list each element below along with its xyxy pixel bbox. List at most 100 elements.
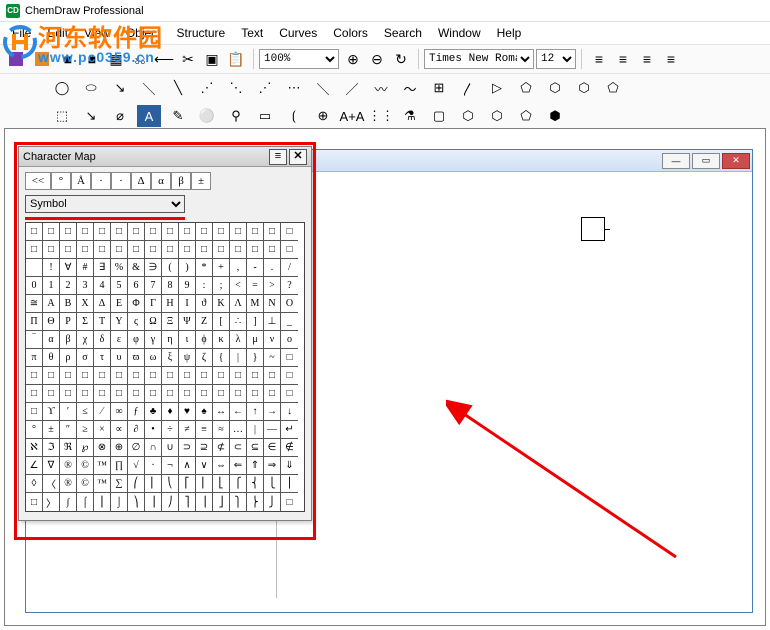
charmap-cell-7-2[interactable]: ρ [60, 349, 77, 367]
charmap-cell-14-2[interactable]: ® [60, 475, 77, 493]
charmap-recent-0[interactable]: << [25, 172, 51, 190]
align-btn-1[interactable]: ≡ [611, 47, 635, 71]
charmap-cell-0-5[interactable]: □ [111, 223, 128, 241]
charmap-cell-6-8[interactable]: η [162, 331, 179, 349]
charmap-cell-5-0[interactable]: Π [26, 313, 43, 331]
charmap-cell-9-14[interactable]: □ [264, 385, 281, 403]
charmap-cell-8-5[interactable]: □ [111, 367, 128, 385]
charmap-cell-1-6[interactable]: □ [128, 241, 145, 259]
charmap-cell-10-5[interactable]: ∞ [111, 403, 128, 421]
charmap-cell-0-2[interactable]: □ [60, 223, 77, 241]
bond-tool-9[interactable]: ＼ [311, 77, 335, 99]
charmap-cell-5-6[interactable]: ς [128, 313, 145, 331]
charmap-cell-9-6[interactable]: □ [128, 385, 145, 403]
shape-tool-0[interactable]: ⬚ [50, 105, 74, 127]
charmap-cell-5-1[interactable]: Θ [43, 313, 60, 331]
charmap-cell-12-3[interactable]: ℘ [77, 439, 94, 457]
charmap-cell-14-12[interactable]: ⎧ [230, 475, 247, 493]
shape-tool-4[interactable]: ✎ [166, 105, 190, 127]
charmap-cell-11-0[interactable]: ° [26, 421, 43, 439]
charmap-cell-0-3[interactable]: □ [77, 223, 94, 241]
charmap-cell-0-10[interactable]: □ [196, 223, 213, 241]
charmap-cell-14-10[interactable]: ⎢ [196, 475, 213, 493]
charmap-cell-10-0[interactable]: □ [26, 403, 43, 421]
charmap-cell-2-13[interactable]: - [247, 259, 264, 277]
charmap-cell-15-5[interactable]: ⌡ [111, 493, 128, 511]
charmap-cell-1-12[interactable]: □ [230, 241, 247, 259]
charmap-cell-11-10[interactable]: ≡ [196, 421, 213, 439]
charmap-cell-10-4[interactable]: ⁄ [94, 403, 111, 421]
charmap-cell-3-5[interactable]: 5 [111, 277, 128, 295]
charmap-recent-8[interactable]: ± [191, 172, 211, 190]
charmap-cell-12-12[interactable]: ⊂ [230, 439, 247, 457]
bond-tool-15[interactable]: ▷ [485, 77, 509, 99]
charmap-cell-10-8[interactable]: ♦ [162, 403, 179, 421]
charmap-cell-6-10[interactable]: ϕ [196, 331, 213, 349]
charmap-cell-1-7[interactable]: □ [145, 241, 162, 259]
charmap-cell-8-10[interactable]: □ [196, 367, 213, 385]
charmap-cell-2-15[interactable]: / [281, 259, 298, 277]
charmap-cell-14-11[interactable]: ⎣ [213, 475, 230, 493]
charmap-cell-7-3[interactable]: σ [77, 349, 94, 367]
charmap-cell-3-0[interactable]: 0 [26, 277, 43, 295]
charmap-cell-7-13[interactable]: } [247, 349, 264, 367]
align-btn-0[interactable]: ≡ [587, 47, 611, 71]
charmap-cell-1-15[interactable]: □ [281, 241, 298, 259]
charmap-cell-5-2[interactable]: Ρ [60, 313, 77, 331]
charmap-cell-11-6[interactable]: ∂ [128, 421, 145, 439]
align-btn-2[interactable]: ≡ [635, 47, 659, 71]
charmap-cell-15-12[interactable]: ⎫ [230, 493, 247, 511]
charmap-cell-4-0[interactable]: ≅ [26, 295, 43, 313]
charmap-cell-10-2[interactable]: ′ [60, 403, 77, 421]
charmap-cell-9-8[interactable]: □ [162, 385, 179, 403]
charmap-cell-2-2[interactable]: ∀ [60, 259, 77, 277]
zoom-btn-0[interactable]: ⊕ [341, 47, 365, 71]
charmap-cell-0-7[interactable]: □ [145, 223, 162, 241]
charmap-cell-8-8[interactable]: □ [162, 367, 179, 385]
charmap-cell-15-10[interactable]: ⎥ [196, 493, 213, 511]
charmap-cell-15-14[interactable]: ⎭ [264, 493, 281, 511]
charmap-cell-15-6[interactable]: ⎞ [128, 493, 145, 511]
bond-tool-5[interactable]: ⋰ [195, 77, 219, 99]
charmap-cell-12-1[interactable]: ℑ [43, 439, 60, 457]
charmap-cell-11-7[interactable]: • [145, 421, 162, 439]
charmap-cell-10-14[interactable]: → [264, 403, 281, 421]
charmap-cell-1-0[interactable]: □ [26, 241, 43, 259]
charmap-cell-3-12[interactable]: < [230, 277, 247, 295]
charmap-cell-11-4[interactable]: × [94, 421, 111, 439]
align-btn-3[interactable]: ≡ [659, 47, 683, 71]
charmap-cell-4-3[interactable]: Χ [77, 295, 94, 313]
charmap-cell-12-2[interactable]: ℜ [60, 439, 77, 457]
charmap-recent-2[interactable]: Å [71, 172, 91, 190]
shape-tool-15[interactable]: ⬡ [485, 105, 509, 127]
charmap-cell-12-9[interactable]: ⊃ [179, 439, 196, 457]
charmap-cell-0-13[interactable]: □ [247, 223, 264, 241]
charmap-cell-5-9[interactable]: Ψ [179, 313, 196, 331]
charmap-cell-12-10[interactable]: ⊇ [196, 439, 213, 457]
bond-tool-10[interactable]: ／ [340, 77, 364, 99]
font-select[interactable]: Times New Roman [424, 49, 534, 69]
charmap-cell-5-4[interactable]: Τ [94, 313, 111, 331]
character-map-titlebar[interactable]: Character Map ≡ ✕ [19, 147, 311, 167]
menu-structure[interactable]: Structure [169, 24, 234, 42]
charmap-cell-11-1[interactable]: ± [43, 421, 60, 439]
bond-tool-7[interactable]: ⋰ [253, 77, 277, 99]
charmap-cell-14-15[interactable]: ⎪ [281, 475, 298, 493]
charmap-cell-5-14[interactable]: ⊥ [264, 313, 281, 331]
charmap-cell-8-3[interactable]: □ [77, 367, 94, 385]
charmap-cell-1-5[interactable]: □ [111, 241, 128, 259]
charmap-cell-10-13[interactable]: ↑ [247, 403, 264, 421]
charmap-cell-7-8[interactable]: ξ [162, 349, 179, 367]
charmap-cell-4-13[interactable]: Μ [247, 295, 264, 313]
charmap-cell-7-10[interactable]: ζ [196, 349, 213, 367]
charmap-cell-9-1[interactable]: □ [43, 385, 60, 403]
charmap-cell-11-12[interactable]: … [230, 421, 247, 439]
charmap-cell-12-8[interactable]: ∪ [162, 439, 179, 457]
charmap-cell-13-3[interactable]: © [77, 457, 94, 475]
shape-tool-9[interactable]: ⊕ [311, 105, 335, 127]
charmap-cell-8-11[interactable]: □ [213, 367, 230, 385]
charmap-cell-2-8[interactable]: ( [162, 259, 179, 277]
zoom-select[interactable]: 100% [259, 49, 339, 69]
bond-tool-8[interactable]: ⋯ [282, 77, 306, 99]
charmap-cell-10-7[interactable]: ♣ [145, 403, 162, 421]
